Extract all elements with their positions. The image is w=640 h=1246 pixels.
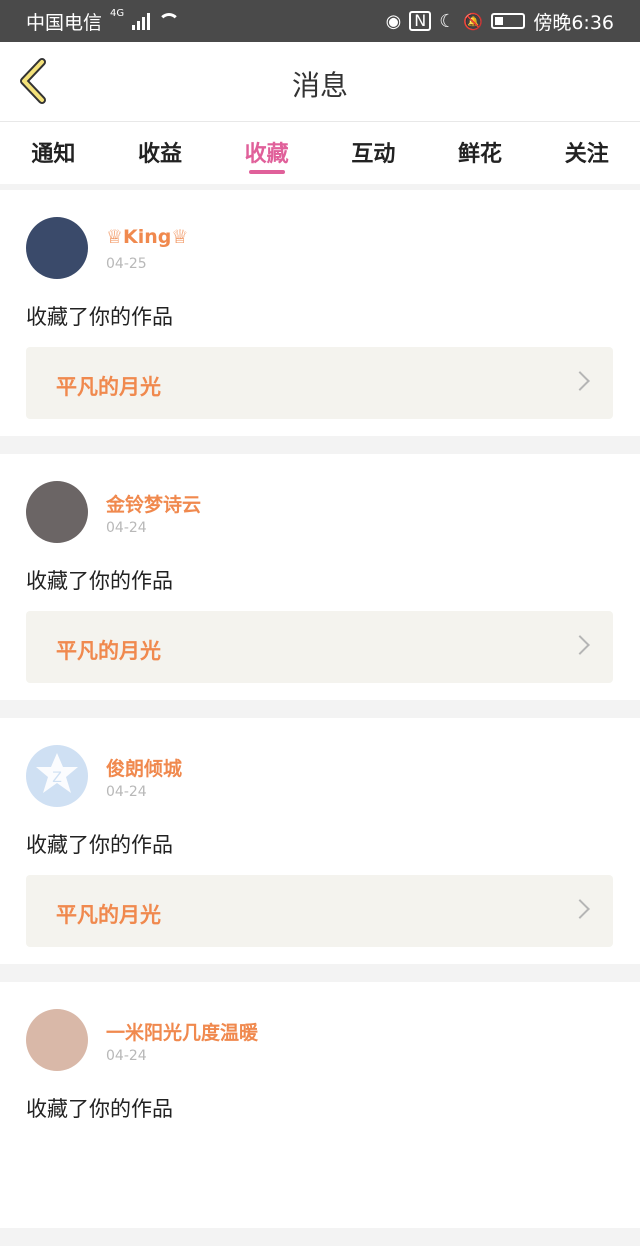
message-card: Z 俊朗倾城 04-24 收藏了你的作品平凡的月光 xyxy=(0,718,640,964)
avatar[interactable] xyxy=(26,481,88,543)
message-list: ♕King♕ 04-25 收藏了你的作品 平凡的月光 金铃梦诗云 04-24 收藏了你的作品… xyxy=(0,190,640,1246)
message-date: 04-24 xyxy=(106,784,147,800)
message-text: 收藏了你的作品 xyxy=(26,1097,173,1121)
avatar[interactable] xyxy=(26,217,88,279)
wifi-icon xyxy=(158,13,181,29)
moon-icon: ☾ xyxy=(439,10,456,32)
tab-favorites[interactable]: 收藏 xyxy=(213,122,320,184)
chevron-right-icon xyxy=(570,371,590,391)
mute-bell-icon: 🔕 xyxy=(463,11,484,31)
work-link[interactable]: 平凡的月光 xyxy=(26,347,613,419)
message-text: 收藏了你的作品 xyxy=(26,305,173,329)
work-title: 平凡的月光 xyxy=(56,375,161,399)
status-time: 傍晚6:36 xyxy=(533,11,614,34)
work-title: 平凡的月光 xyxy=(56,903,161,927)
message-card: 一米阳光几度温暖 04-24 收藏了你的作品 xyxy=(0,982,640,1228)
work-link[interactable]: 平凡的月光 xyxy=(26,875,613,947)
signal-icon xyxy=(132,12,151,30)
page-title: 消息 xyxy=(291,69,348,102)
chevron-right-icon xyxy=(570,899,590,919)
message-date: 04-24 xyxy=(106,520,147,536)
carrier-text: 中国电信 xyxy=(26,11,103,34)
tab-bar: 通知 收益 收藏 互动 鲜花 关注 xyxy=(0,122,640,184)
username[interactable]: 金铃梦诗云 xyxy=(106,490,201,517)
username[interactable]: ♕King♕ xyxy=(106,226,188,248)
avatar[interactable] xyxy=(26,1009,88,1071)
message-text: 收藏了你的作品 xyxy=(26,569,173,593)
nfc-icon: N xyxy=(409,11,432,31)
work-title: 平凡的月光 xyxy=(56,639,161,663)
message-text: 收藏了你的作品 xyxy=(26,833,173,857)
tab-flowers[interactable]: 鲜花 xyxy=(427,122,534,184)
network-type: 4G xyxy=(110,7,125,19)
work-link[interactable]: 平凡的月光 xyxy=(26,611,613,683)
username[interactable]: 俊朗倾城 xyxy=(106,754,182,781)
eye-icon: ◉ xyxy=(385,10,402,32)
status-bar: 中国电信 4G ◉ N ☾ 🔕 傍晚6:36 xyxy=(0,0,640,42)
tab-notifications[interactable]: 通知 xyxy=(0,122,107,184)
battery-icon xyxy=(491,13,526,29)
message-date: 04-25 xyxy=(106,256,147,272)
username[interactable]: 一米阳光几度温暖 xyxy=(106,1018,258,1045)
header: 消息 xyxy=(0,42,640,122)
message-card: 金铃梦诗云 04-24 收藏了你的作品平凡的月光 xyxy=(0,454,640,700)
message-date: 04-24 xyxy=(106,1048,147,1064)
message-card: ♕King♕ 04-25 收藏了你的作品平凡的月光 xyxy=(0,190,640,436)
chevron-right-icon xyxy=(570,635,590,655)
tab-interactions[interactable]: 互动 xyxy=(320,122,427,184)
avatar[interactable]: Z xyxy=(26,745,88,807)
tab-follows[interactable]: 关注 xyxy=(533,122,640,184)
default-avatar-icon: Z xyxy=(36,753,78,793)
tab-earnings[interactable]: 收益 xyxy=(107,122,214,184)
svg-text:Z: Z xyxy=(52,770,62,786)
